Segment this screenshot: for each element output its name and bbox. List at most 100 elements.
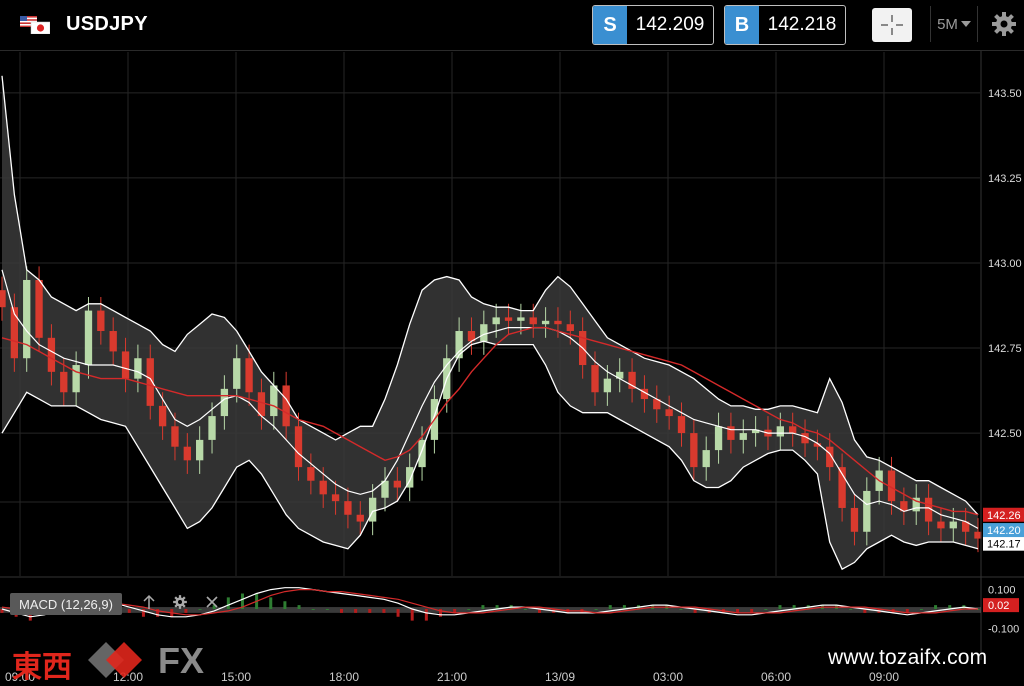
last-price-label: 142.26	[987, 510, 1021, 522]
macd-histogram-bar	[311, 609, 315, 610]
candle-body	[554, 320, 562, 325]
macd-histogram-bar	[467, 609, 471, 610]
last-price-label: 142.17	[987, 539, 1021, 551]
sell-tag: S	[593, 6, 627, 44]
candle-body	[541, 320, 550, 325]
y-tick-label: 142.75	[988, 343, 1022, 355]
candle-body	[233, 358, 241, 389]
candle-body	[134, 358, 142, 379]
candle-body	[591, 365, 599, 393]
macd-histogram-bar	[396, 609, 400, 617]
buy-quote-button[interactable]: B 142.218	[724, 5, 846, 45]
y-tick-label: 143.00	[988, 258, 1022, 270]
candle-body	[109, 331, 117, 352]
x-tick-label: 18:00	[329, 670, 359, 684]
macd-histogram-bar	[283, 601, 287, 609]
candle-body	[84, 310, 93, 366]
candle-body	[690, 433, 698, 468]
candle-body	[0, 290, 6, 308]
macd-histogram-bar	[919, 609, 923, 610]
candle-body	[35, 279, 43, 338]
candle-body	[702, 450, 710, 468]
macd-histogram-bar	[594, 609, 598, 610]
macd-histogram-bar	[934, 605, 938, 609]
candle-body	[789, 426, 797, 434]
macd-histogram-bar	[679, 609, 683, 610]
candle-body	[196, 439, 204, 461]
candle-body	[356, 514, 364, 522]
candle-body	[72, 365, 80, 393]
macd-histogram-bar	[339, 609, 343, 613]
bollinger-band-fill	[2, 75, 978, 570]
macd-histogram-bar	[269, 597, 273, 609]
x-tick-label: 06:00	[761, 670, 791, 684]
last-price-label: 142.20	[987, 525, 1021, 537]
crosshair-icon	[881, 15, 903, 35]
buy-price: 142.218	[767, 14, 837, 35]
price-chart[interactable]: 143.50 143.25 143.00 142.75 142.50 142.17 142.…	[0, 0, 1024, 685]
logo-kanji: 東西	[12, 650, 72, 685]
sell-quote-button[interactable]: S 142.209	[592, 5, 714, 45]
candle-body	[171, 426, 179, 447]
macd-histogram-bar	[764, 609, 768, 610]
candle-body	[739, 433, 747, 440]
macd-histogram-bar	[424, 609, 428, 621]
candle-body	[850, 507, 859, 532]
candle-body	[220, 388, 229, 417]
macd-histogram-bar	[198, 609, 202, 610]
candle-body	[208, 416, 216, 440]
x-tick-label: 03:00	[653, 670, 683, 684]
candle-body	[47, 337, 56, 372]
macd-histogram-bar	[849, 609, 853, 610]
macd-histogram-bar	[778, 605, 782, 609]
macd-histogram-bar	[325, 609, 329, 610]
macd-histogram-bar	[368, 609, 372, 613]
timeframe-dropdown[interactable]: 5M	[930, 6, 978, 42]
candle-body	[319, 480, 327, 495]
candle-body	[393, 480, 402, 488]
macd-histogram-bar	[410, 609, 414, 621]
candle-body	[504, 317, 513, 321]
candle-body	[492, 317, 500, 325]
crosshair-button[interactable]	[872, 8, 912, 42]
sell-price: 142.209	[635, 14, 705, 35]
candle-body	[480, 324, 488, 342]
logo-fx: FX	[158, 640, 205, 681]
timeframe-value: 5M	[937, 15, 958, 33]
candle-body	[245, 358, 253, 393]
macd-histogram-bar	[523, 609, 527, 610]
candle-body	[60, 371, 68, 393]
candle-body	[307, 467, 315, 481]
macd-histogram-bar	[297, 605, 301, 609]
candle-body	[331, 494, 340, 502]
macd-tick-label: 0.100	[988, 585, 1016, 597]
macd-histogram-bar	[481, 605, 485, 609]
macd-histogram-bar	[750, 609, 754, 613]
candle-body	[529, 317, 537, 325]
candle-body	[937, 521, 945, 529]
y-tick-label: 143.50	[988, 88, 1022, 100]
gear-icon[interactable]	[172, 594, 188, 610]
y-tick-label: 142.50	[988, 428, 1022, 440]
candle-body	[714, 426, 723, 451]
macd-tick-label: -0.100	[988, 623, 1019, 635]
gear-icon[interactable]	[990, 10, 1018, 38]
website-url: www.tozaifx.com	[828, 646, 988, 669]
candle-body	[677, 416, 686, 434]
indicator-label[interactable]: MACD (12,26,9)	[10, 593, 122, 615]
y-tick-label: 143.25	[988, 173, 1022, 185]
candle-body	[727, 426, 735, 440]
macd-histogram-bar	[608, 605, 612, 609]
candle-body	[863, 490, 871, 532]
x-tick-label: 13/09	[545, 670, 575, 684]
close-icon[interactable]	[205, 594, 219, 610]
candle-body	[776, 426, 784, 437]
macd-histogram-bar	[127, 609, 131, 613]
candle-body	[270, 385, 278, 417]
symbol-title: USDJPY	[66, 13, 148, 35]
arrow-up-icon[interactable]	[142, 594, 156, 610]
macd-value-label: 0.02	[988, 600, 1009, 612]
candle-body	[344, 501, 352, 515]
x-tick-label: 21:00	[437, 670, 467, 684]
x-tick-label: 09:00	[869, 670, 899, 684]
